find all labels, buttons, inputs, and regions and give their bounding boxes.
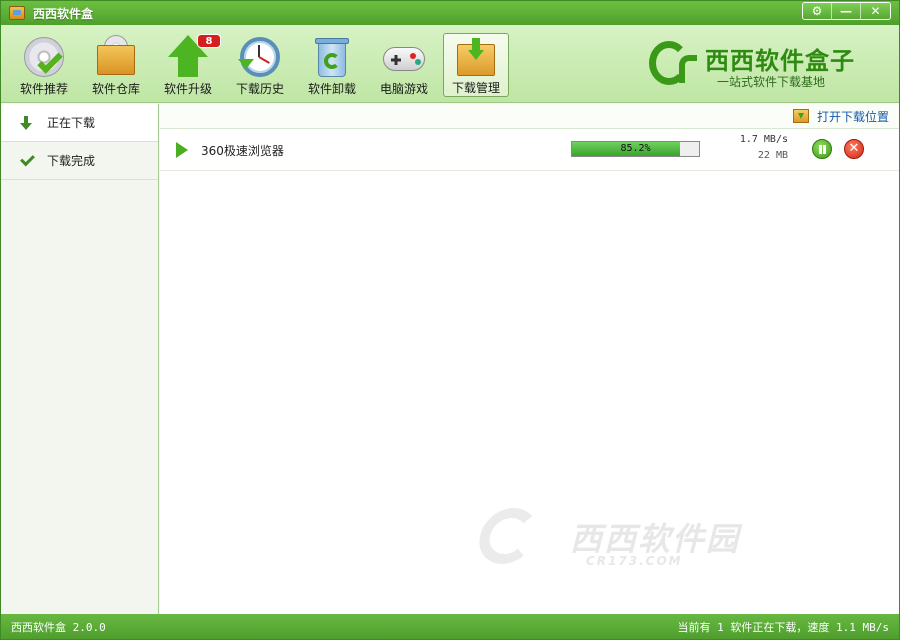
watermark-subtext: CR173.COM — [586, 554, 683, 568]
recycle-bin-icon — [310, 35, 354, 77]
title-bar[interactable]: 西西软件盒 ⚙ — ✕ — [1, 1, 899, 25]
window-title: 西西软件盒 — [33, 6, 94, 21]
tool-label: 下载历史 — [235, 82, 284, 96]
tool-software-recommend[interactable]: 软件推荐 — [11, 33, 77, 97]
app-icon — [9, 6, 25, 20]
gamepad-icon — [382, 35, 426, 77]
minimize-button[interactable]: — — [832, 3, 861, 19]
open-location-label: 打开下载位置 — [816, 109, 889, 124]
download-row[interactable]: 360极速浏览器 85.2% 1.7 MB/s 22 MB ✕ — [160, 129, 899, 171]
tool-label: 软件卸载 — [307, 82, 356, 96]
download-list-panel: 打开下载位置 360极速浏览器 85.2% 1.7 MB/s 22 MB ✕ 西… — [160, 104, 899, 614]
close-button[interactable]: ✕ — [861, 3, 890, 19]
app-window: 西西软件盒 ⚙ — ✕ 软件推荐 软件仓库 软件升级 下载历史 软件卸载 电脑游… — [0, 0, 900, 640]
tool-label: 软件仓库 — [91, 82, 140, 96]
upgrade-count-badge: 8 — [197, 34, 221, 48]
sidebar-item-label: 下载完成 — [47, 154, 96, 168]
tool-software-uninstall[interactable]: 软件卸载 — [299, 33, 365, 97]
cancel-button[interactable]: ✕ — [844, 139, 864, 159]
watermark-logo: 西西软件园 CR173.COM — [474, 504, 810, 584]
check-icon — [19, 154, 33, 168]
brand-logo: 西西软件盒子 一站式软件下载基地 — [649, 37, 889, 93]
folder-arrow-icon — [792, 109, 809, 123]
sidebar-item-completed[interactable]: 下载完成 — [1, 142, 158, 180]
brand-name: 西西软件盒子 — [705, 47, 855, 75]
brand-slogan: 一站式软件下载基地 — [717, 75, 826, 89]
settings-button[interactable]: ⚙ — [803, 3, 832, 19]
download-speed: 1.7 MB/s — [739, 134, 788, 145]
tool-pc-games[interactable]: 电脑游戏 — [371, 33, 437, 97]
download-name: 360极速浏览器 — [201, 144, 284, 158]
down-arrow-icon — [19, 115, 33, 130]
pause-button[interactable] — [812, 139, 832, 159]
tool-label: 软件升级 — [163, 82, 212, 96]
download-progress-bar: 85.2% — [571, 141, 700, 157]
open-download-location-link[interactable]: 打开下载位置 — [792, 108, 889, 125]
version-label: 西西软件盒 2.0.0 — [11, 620, 106, 634]
tool-label: 软件推荐 — [19, 82, 68, 96]
sidebar-item-downloading[interactable]: 正在下载 — [1, 104, 158, 142]
tool-software-repository[interactable]: 软件仓库 — [83, 33, 149, 97]
play-icon[interactable] — [176, 142, 188, 158]
clock-history-icon — [238, 35, 282, 77]
download-status: 当前有 1 软件正在下载，速度 1.1 MB/s — [677, 620, 889, 634]
progress-percent: 85.2% — [620, 143, 651, 154]
window-controls: ⚙ — ✕ — [802, 2, 891, 20]
tool-label: 电脑游戏 — [379, 82, 428, 96]
tool-download-manager[interactable]: 下载管理 — [443, 33, 509, 97]
sidebar: 正在下载 下载完成 — [1, 104, 159, 614]
download-size: 22 MB — [757, 150, 788, 161]
download-folder-icon — [454, 36, 498, 76]
status-bar: 西西软件盒 2.0.0 当前有 1 软件正在下载，速度 1.1 MB/s — [1, 614, 899, 639]
panel-header: 打开下载位置 — [160, 104, 899, 129]
main-toolbar: 软件推荐 软件仓库 软件升级 下载历史 软件卸载 电脑游戏 下载管理 西西软件盒… — [1, 25, 899, 103]
tool-label: 下载管理 — [451, 81, 500, 95]
tool-download-history[interactable]: 下载历史 — [227, 33, 293, 97]
disc-check-icon — [22, 35, 66, 77]
cr-logo-icon — [649, 39, 701, 87]
watermark-cr-icon — [474, 508, 542, 564]
box-disc-icon — [94, 35, 138, 77]
sidebar-item-label: 正在下载 — [47, 116, 96, 130]
